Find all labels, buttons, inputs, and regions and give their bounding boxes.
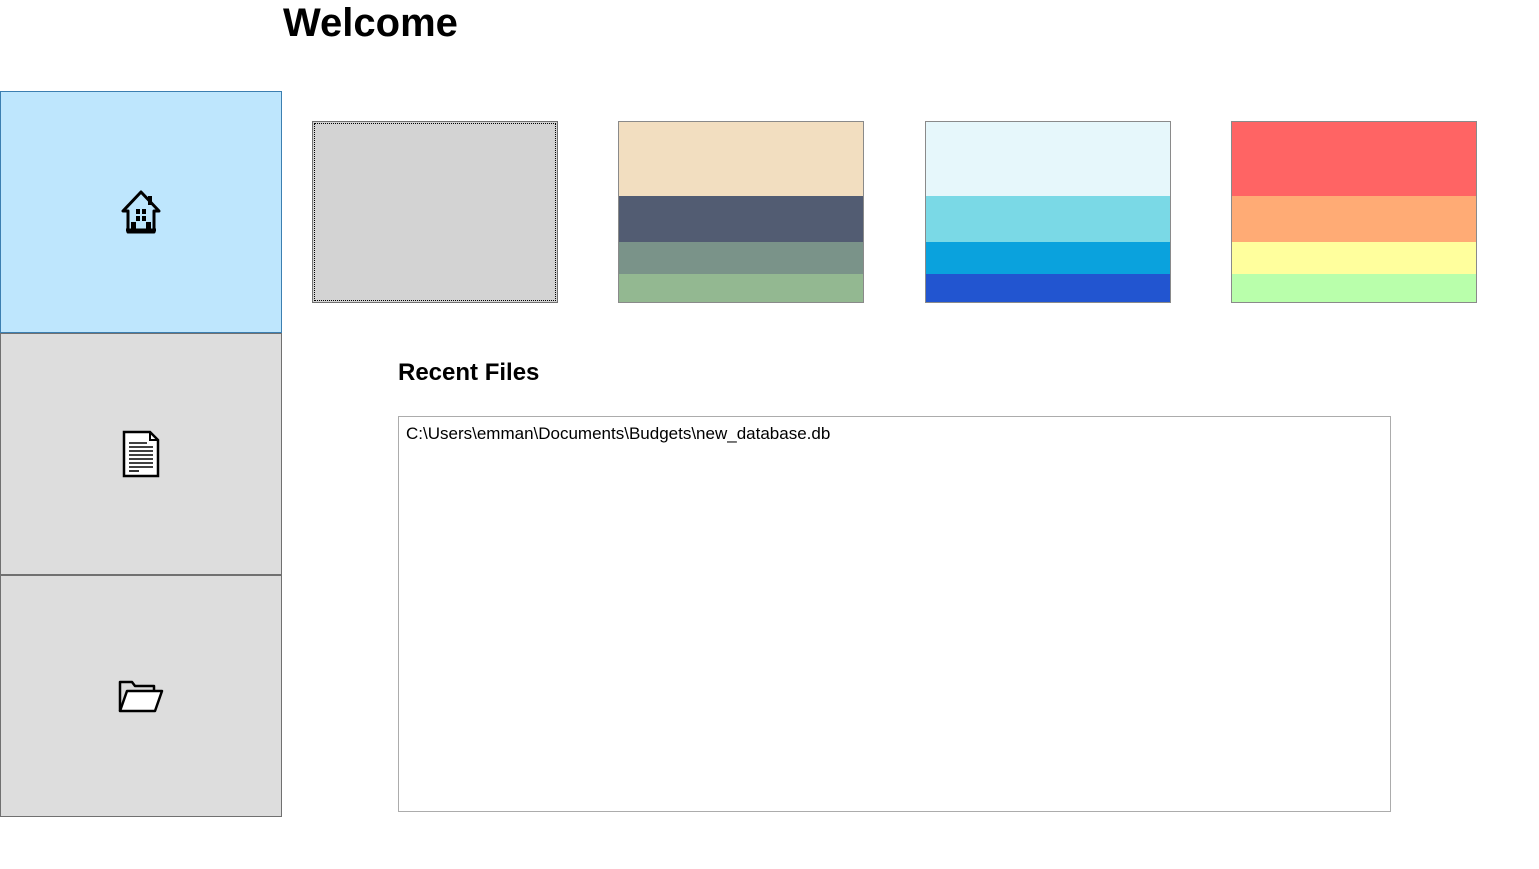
theme-color-band xyxy=(1232,274,1476,302)
theme-color-band xyxy=(926,196,1170,242)
recent-files-heading: Recent Files xyxy=(398,359,540,386)
theme-color-band xyxy=(619,122,863,196)
sidebar-item-home[interactable] xyxy=(0,91,282,333)
theme-color-band xyxy=(1232,242,1476,274)
home-icon xyxy=(120,189,162,235)
theme-color-band xyxy=(926,242,1170,274)
recent-files-list[interactable]: C:\Users\emman\Documents\Budgets\new_dat… xyxy=(398,416,1391,812)
page-title: Welcome xyxy=(283,1,458,45)
theme-color-band xyxy=(619,196,863,242)
sidebar-item-new-file[interactable] xyxy=(0,333,282,575)
theme-swatch-warm[interactable] xyxy=(1231,121,1477,303)
sidebar-item-open-file[interactable] xyxy=(0,575,282,817)
folder-open-icon xyxy=(118,678,164,714)
theme-color-band xyxy=(926,274,1170,302)
theme-color-band xyxy=(1232,122,1476,196)
theme-swatch-earth[interactable] xyxy=(618,121,864,303)
welcome-page: Welcome Recent Files C:\Users\emman\Docu… xyxy=(0,0,1539,869)
document-icon xyxy=(121,430,161,478)
theme-swatch-ocean[interactable] xyxy=(925,121,1171,303)
theme-color-band xyxy=(1232,196,1476,242)
theme-color-band xyxy=(926,122,1170,196)
list-item[interactable]: C:\Users\emman\Documents\Budgets\new_dat… xyxy=(399,417,1390,445)
sidebar xyxy=(0,91,282,817)
theme-swatch-gray[interactable] xyxy=(312,121,558,303)
theme-color-band xyxy=(619,242,863,274)
theme-color-band xyxy=(619,274,863,302)
